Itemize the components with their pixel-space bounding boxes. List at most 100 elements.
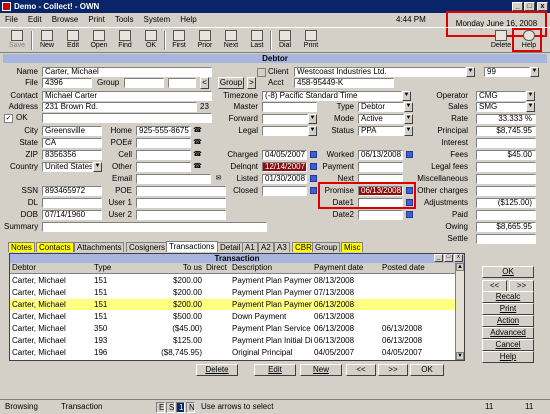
status-dropdown-icon[interactable]: ▼ xyxy=(404,126,413,136)
scroll-up-icon[interactable]: ▲ xyxy=(456,263,464,271)
menu-edit[interactable]: Edit xyxy=(23,13,47,26)
charged-calendar-icon[interactable] xyxy=(310,151,317,158)
dl-field[interactable] xyxy=(42,198,102,208)
interest-field[interactable] xyxy=(476,138,536,148)
mode-dropdown-icon[interactable]: ▼ xyxy=(404,114,413,124)
paid-field[interactable] xyxy=(476,210,536,220)
first-button[interactable]: First xyxy=(166,28,192,53)
table-row[interactable]: Carter, Michael 151 $200.00 Payment Plan Pa… xyxy=(10,299,455,310)
maximize-button[interactable]: □ xyxy=(524,2,535,11)
operator-dropdown-icon[interactable]: ▼ xyxy=(526,91,535,101)
user2-field[interactable] xyxy=(136,210,226,220)
table-row[interactable]: Carter, Michael 151 $500.00 Down Payment 06/… xyxy=(10,311,455,322)
group-prev-button[interactable]: < xyxy=(200,77,209,89)
email-field[interactable] xyxy=(136,174,211,184)
grid-vertical-scrollbar[interactable]: ▲ ▼ xyxy=(455,263,464,360)
cell-dial-phone-icon[interactable]: ☎ xyxy=(193,151,202,159)
close-button[interactable]: x xyxy=(537,2,548,11)
grid-next-button[interactable]: >> xyxy=(378,364,408,376)
col-description[interactable]: Description xyxy=(230,263,312,274)
col-debtor[interactable]: Debtor xyxy=(10,263,92,274)
timezone-dropdown-icon[interactable]: ▼ xyxy=(402,91,411,101)
grid-edit-button[interactable]: Edit xyxy=(254,364,296,376)
table-row[interactable]: Carter, Michael 151 $200.00 Payment Plan Pa… xyxy=(10,275,455,286)
worked-field[interactable]: 06/13/2008 xyxy=(358,150,403,160)
principal-field[interactable]: $8,745.95 xyxy=(476,126,536,136)
address-line2-field[interactable] xyxy=(42,113,212,123)
ssn-field[interactable]: 893465972 xyxy=(42,186,102,196)
recalc-button[interactable]: Recalc xyxy=(482,291,534,303)
summary-field[interactable] xyxy=(42,222,267,232)
col-posted-date[interactable]: Posted date xyxy=(380,263,455,274)
grid-new-button[interactable]: New xyxy=(300,364,342,376)
cancel-button[interactable]: Cancel xyxy=(482,339,534,351)
other-phone-field[interactable] xyxy=(136,162,191,172)
menu-tools[interactable]: Tools xyxy=(110,13,139,26)
tab-notes[interactable]: Notes xyxy=(8,242,35,252)
file-field[interactable]: 4396 xyxy=(42,78,92,88)
charged-field[interactable]: 04/05/2007 xyxy=(262,150,307,160)
forward-dropdown-icon[interactable]: ▼ xyxy=(308,114,317,124)
sales-dropdown-icon[interactable]: ▼ xyxy=(526,102,535,112)
dob-field[interactable]: 07/14/1960 xyxy=(42,210,102,220)
client-dropdown-icon[interactable]: ▼ xyxy=(466,67,475,77)
grid-max-button[interactable]: □ xyxy=(444,254,453,262)
tab-detail[interactable]: Detail xyxy=(217,242,244,252)
next-button[interactable]: Next xyxy=(218,28,244,53)
owing-field[interactable]: $8,665.95 xyxy=(476,222,536,232)
city-field[interactable]: Greensville xyxy=(42,126,102,136)
menu-help[interactable]: Help xyxy=(175,13,201,26)
side-print-button[interactable]: Print xyxy=(482,303,534,315)
tab-cosigners[interactable]: Cosigners xyxy=(126,242,169,252)
state-field[interactable]: CA xyxy=(42,138,102,148)
tab-group[interactable]: Group xyxy=(312,242,341,252)
country-dropdown-icon[interactable]: ▼ xyxy=(93,162,102,172)
col-direct[interactable]: Direct xyxy=(204,263,230,274)
group-next-button[interactable]: > xyxy=(247,77,256,89)
side-ok-button[interactable]: OK xyxy=(482,266,534,278)
fees-field[interactable]: $45.00 xyxy=(476,150,536,160)
menu-system[interactable]: System xyxy=(139,13,176,26)
grid-ok-button[interactable]: OK xyxy=(410,364,444,376)
legal-fees-field[interactable] xyxy=(476,162,536,172)
forward-field[interactable] xyxy=(262,114,308,124)
poe-phone-field[interactable] xyxy=(136,138,191,148)
dial-button[interactable]: Dial xyxy=(272,28,298,53)
save-button[interactable]: Save xyxy=(4,28,30,53)
ok-checkbox[interactable]: ✓ xyxy=(4,114,13,123)
table-row[interactable]: Carter, Michael 350 ($45.00) Payment Plan S… xyxy=(10,323,455,334)
menu-print[interactable]: Print xyxy=(83,13,109,26)
client-field[interactable]: Westcoast Industries Ltd. xyxy=(294,67,466,77)
menu-file[interactable]: File xyxy=(0,13,23,26)
master-field[interactable] xyxy=(262,102,317,112)
type-field[interactable]: Debtor xyxy=(358,102,404,112)
delete-button[interactable]: Delete xyxy=(488,28,514,53)
timezone-field[interactable]: (-8) Pacific Standard Time xyxy=(262,91,402,101)
tab-a3[interactable]: A3 xyxy=(274,242,290,252)
operator-field[interactable]: CMG xyxy=(476,91,526,101)
sales-field[interactable]: SMG xyxy=(476,102,526,112)
group-field-b[interactable] xyxy=(168,78,196,88)
worked-calendar-icon[interactable] xyxy=(406,151,413,158)
tab-a2[interactable]: A2 xyxy=(258,242,274,252)
closed-calendar-icon[interactable] xyxy=(310,187,317,194)
date2-calendar-icon[interactable] xyxy=(406,211,413,218)
misc-field[interactable] xyxy=(476,174,536,184)
print-button[interactable]: Print xyxy=(298,28,324,53)
name-field[interactable]: Carter, Michael xyxy=(42,67,212,77)
side-help-button[interactable]: Help xyxy=(482,351,534,363)
legal-dropdown-icon[interactable]: ▼ xyxy=(308,126,317,136)
poe-field[interactable] xyxy=(136,186,226,196)
tab-contacts[interactable]: Contacts xyxy=(36,242,74,252)
user1-field[interactable] xyxy=(136,198,226,208)
menu-browse[interactable]: Browse xyxy=(47,13,84,26)
acct-field[interactable]: 458-95449-K xyxy=(294,78,394,88)
client-number-dropdown-icon[interactable]: ▼ xyxy=(530,67,539,77)
status-field[interactable]: PPA xyxy=(358,126,404,136)
group-field-a[interactable] xyxy=(124,78,164,88)
adjustments-field[interactable]: ($125.00) xyxy=(476,198,536,208)
payment-field[interactable] xyxy=(358,162,403,172)
mode-field[interactable]: Active xyxy=(358,114,404,124)
delnqnt-calendar-icon[interactable] xyxy=(310,163,317,170)
col-payment-date[interactable]: Payment date xyxy=(312,263,380,274)
